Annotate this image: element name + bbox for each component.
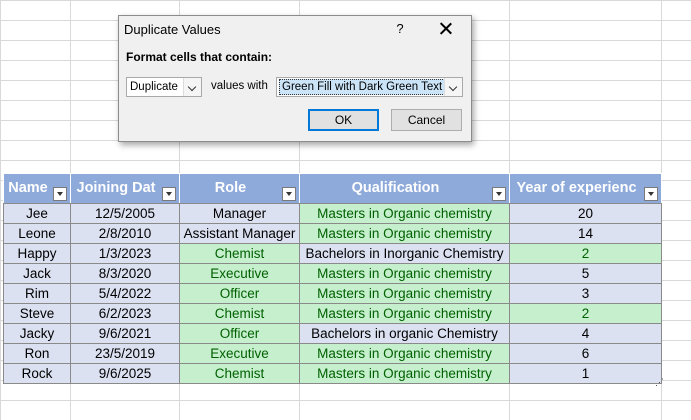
filter-dropdown-icon[interactable] bbox=[282, 187, 296, 201]
cell-name[interactable]: Jee bbox=[3, 203, 71, 224]
header-role[interactable]: Role bbox=[179, 173, 300, 204]
cell-role[interactable]: Executive bbox=[179, 343, 300, 364]
table-row: Happy 1/3/2023 Chemist Bachelors in Inor… bbox=[3, 243, 662, 264]
table-row: Jee 12/5/2005 Manager Masters in Organic… bbox=[3, 203, 662, 224]
ok-button[interactable]: OK bbox=[308, 109, 379, 131]
cell-date[interactable]: 5/4/2022 bbox=[70, 283, 180, 304]
table-row: Jack 8/3/2020 Executive Masters in Organ… bbox=[3, 263, 662, 284]
data-table: Name Joining Dat Role Qualification Year… bbox=[3, 173, 662, 384]
cell-role[interactable]: Assistant Manager bbox=[179, 223, 300, 244]
table-row: Ron 23/5/2019 Executive Masters in Organ… bbox=[3, 343, 662, 364]
cell-name[interactable]: Steve bbox=[3, 303, 71, 324]
cell-role[interactable]: Chemist bbox=[179, 363, 300, 384]
cell-role[interactable]: Executive bbox=[179, 263, 300, 284]
cell-role[interactable]: Chemist bbox=[179, 243, 300, 264]
chevron-down-icon[interactable] bbox=[444, 78, 462, 96]
filter-dropdown-icon[interactable] bbox=[162, 187, 176, 201]
cell-qualification[interactable]: Masters in Organic chemistry bbox=[299, 303, 510, 324]
table-row: Rim 5/4/2022 Officer Masters in Organic … bbox=[3, 283, 662, 304]
cell-qualification[interactable]: Masters in Organic chemistry bbox=[299, 203, 510, 224]
help-icon[interactable]: ? bbox=[393, 21, 407, 36]
cell-name[interactable]: Jacky bbox=[3, 323, 71, 344]
cell-role[interactable]: Officer bbox=[179, 283, 300, 304]
cell-years[interactable]: 6 bbox=[509, 343, 662, 364]
table-row: Rock 9/6/2025 Chemist Masters in Organic… bbox=[3, 363, 662, 384]
cell-years[interactable]: 20 bbox=[509, 203, 662, 224]
cell-name[interactable]: Ron bbox=[3, 343, 71, 364]
chevron-down-icon[interactable] bbox=[183, 78, 201, 96]
filter-dropdown-icon[interactable] bbox=[492, 187, 506, 201]
header-years-experience[interactable]: Year of experienc bbox=[509, 173, 662, 204]
cell-date[interactable]: 23/5/2019 bbox=[70, 343, 180, 364]
cell-date[interactable]: 9/6/2021 bbox=[70, 323, 180, 344]
cell-date[interactable]: 8/3/2020 bbox=[70, 263, 180, 284]
cell-qualification[interactable]: Masters in Organic chemistry bbox=[299, 263, 510, 284]
filter-dropdown-icon[interactable] bbox=[644, 187, 658, 201]
dialog-title: Duplicate Values bbox=[124, 22, 221, 37]
cell-date[interactable]: 9/6/2025 bbox=[70, 363, 180, 384]
table-row: Leone 2/8/2010 Assistant Manager Masters… bbox=[3, 223, 662, 244]
cell-name[interactable]: Leone bbox=[3, 223, 71, 244]
format-style-select[interactable]: Green Fill with Dark Green Text bbox=[276, 77, 463, 97]
cell-name[interactable]: Rim bbox=[3, 283, 71, 304]
values-with-label: values with bbox=[211, 80, 268, 92]
cell-years[interactable]: 3 bbox=[509, 283, 662, 304]
close-icon[interactable] bbox=[435, 19, 457, 39]
duplicate-values-dialog: Duplicate Values ? Format cells that con… bbox=[118, 15, 472, 142]
cell-date[interactable]: 1/3/2023 bbox=[70, 243, 180, 264]
cell-years[interactable]: 5 bbox=[509, 263, 662, 284]
cell-qualification[interactable]: Masters in Organic chemistry bbox=[299, 363, 510, 384]
format-style-value: Green Fill with Dark Green Text bbox=[279, 79, 446, 95]
match-type-select[interactable]: Duplicate bbox=[126, 77, 202, 97]
cell-qualification[interactable]: Bachelors in Inorganic Chemistry bbox=[299, 243, 510, 264]
cell-qualification[interactable]: Masters in Organic chemistry bbox=[299, 283, 510, 304]
header-qualification[interactable]: Qualification bbox=[299, 173, 510, 204]
cell-name[interactable]: Jack bbox=[3, 263, 71, 284]
cell-years[interactable]: 2 bbox=[509, 303, 662, 324]
cell-years[interactable]: 14 bbox=[509, 223, 662, 244]
table-resize-handle-icon[interactable]: ⋰ bbox=[655, 378, 664, 387]
table-header-row: Name Joining Dat Role Qualification Year… bbox=[3, 173, 662, 204]
cell-date[interactable]: 2/8/2010 bbox=[70, 223, 180, 244]
cell-name[interactable]: Happy bbox=[3, 243, 71, 264]
cell-date[interactable]: 12/5/2005 bbox=[70, 203, 180, 224]
cell-qualification[interactable]: Masters in Organic chemistry bbox=[299, 343, 510, 364]
match-type-value: Duplicate bbox=[130, 81, 178, 93]
cell-qualification[interactable]: Bachelors in organic Chemistry bbox=[299, 323, 510, 344]
format-prompt-label: Format cells that contain: bbox=[126, 50, 273, 64]
table-row: Steve 6/2/2023 Chemist Masters in Organi… bbox=[3, 303, 662, 324]
cell-role[interactable]: Officer bbox=[179, 323, 300, 344]
table-row: Jacky 9/6/2021 Officer Bachelors in orga… bbox=[3, 323, 662, 344]
cell-years[interactable]: 4 bbox=[509, 323, 662, 344]
cell-qualification[interactable]: Masters in Organic chemistry bbox=[299, 223, 510, 244]
filter-dropdown-icon[interactable] bbox=[53, 187, 67, 201]
cell-role[interactable]: Manager bbox=[179, 203, 300, 224]
cell-role[interactable]: Chemist bbox=[179, 303, 300, 324]
header-name[interactable]: Name bbox=[3, 173, 71, 204]
cell-years[interactable]: 2 bbox=[509, 243, 662, 264]
cell-name[interactable]: Rock bbox=[3, 363, 71, 384]
cell-years[interactable]: 1 bbox=[509, 363, 662, 384]
header-joining-date[interactable]: Joining Dat bbox=[70, 173, 180, 204]
cancel-button[interactable]: Cancel bbox=[391, 109, 462, 131]
cell-date[interactable]: 6/2/2023 bbox=[70, 303, 180, 324]
